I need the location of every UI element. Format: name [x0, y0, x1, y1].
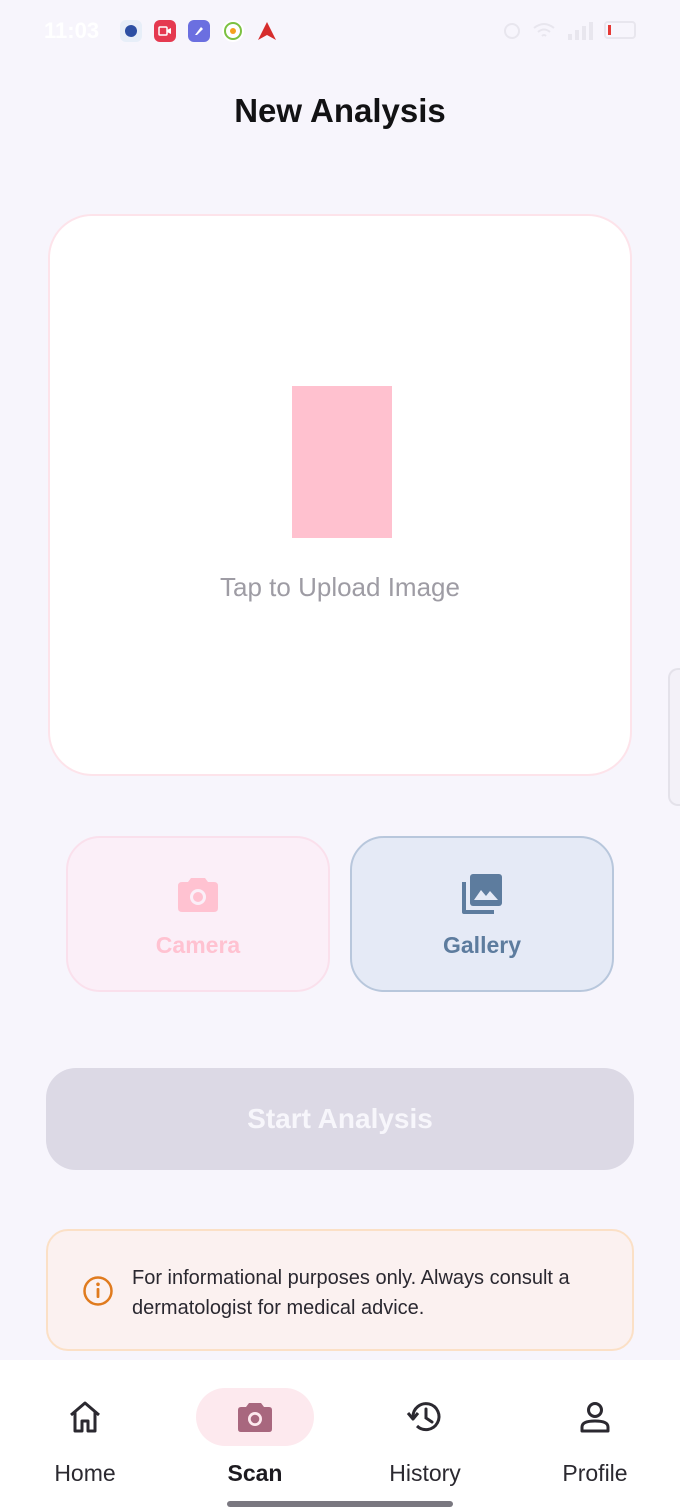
home-indicator[interactable]	[227, 1501, 453, 1507]
signal-icon	[568, 22, 593, 40]
upload-label: Tap to Upload Image	[220, 572, 460, 602]
alarm-icon	[504, 23, 520, 39]
system-status-icons	[502, 20, 636, 40]
camera-button[interactable]: Camera	[66, 836, 330, 992]
gallery-label: Gallery	[443, 931, 521, 958]
app-notification-icon	[120, 20, 142, 42]
status-time: 11:03	[44, 18, 100, 43]
nav-item-history[interactable]: History	[340, 1360, 510, 1500]
nav-label-history: History	[389, 1460, 461, 1486]
nav-label-home: Home	[54, 1460, 116, 1486]
home-icon	[70, 1401, 100, 1433]
info-icon	[83, 1276, 113, 1306]
upload-image-placeholder	[292, 386, 392, 538]
edge-panel-handle[interactable]	[668, 668, 680, 806]
person-icon	[580, 1402, 610, 1433]
disclaimer-banner: For informational purposes only. Always …	[46, 1229, 634, 1351]
nav-item-profile[interactable]: Profile	[510, 1360, 680, 1500]
alert-notification-icon	[256, 20, 278, 42]
notification-icons	[120, 20, 278, 42]
battery-icon	[604, 21, 636, 39]
camera-label: Camera	[155, 931, 241, 958]
status-bar: 11:03	[0, 0, 680, 60]
page-title: New Analysis	[234, 92, 446, 129]
disclaimer-text: For informational purposes only. Always …	[132, 1267, 570, 1319]
nav-label-profile: Profile	[562, 1460, 628, 1486]
nav-item-scan[interactable]: Scan	[170, 1360, 340, 1500]
history-icon	[406, 1402, 441, 1432]
video-notification-icon	[154, 20, 176, 42]
editor-notification-icon	[188, 20, 210, 42]
nav-label-scan: Scan	[227, 1460, 283, 1486]
bottom-navigation: Home Scan History Profile	[0, 1360, 680, 1511]
photo-library-icon	[462, 873, 502, 914]
target-notification-icon	[222, 20, 244, 42]
image-upload-area[interactable]: Tap to Upload Image	[48, 214, 632, 776]
camera-icon	[178, 877, 218, 912]
camera-icon	[238, 1403, 272, 1432]
gallery-button[interactable]: Gallery	[350, 836, 614, 992]
start-analysis-button[interactable]: Start Analysis	[46, 1068, 634, 1170]
nav-item-home[interactable]: Home	[0, 1360, 170, 1500]
wifi-icon	[533, 23, 555, 37]
